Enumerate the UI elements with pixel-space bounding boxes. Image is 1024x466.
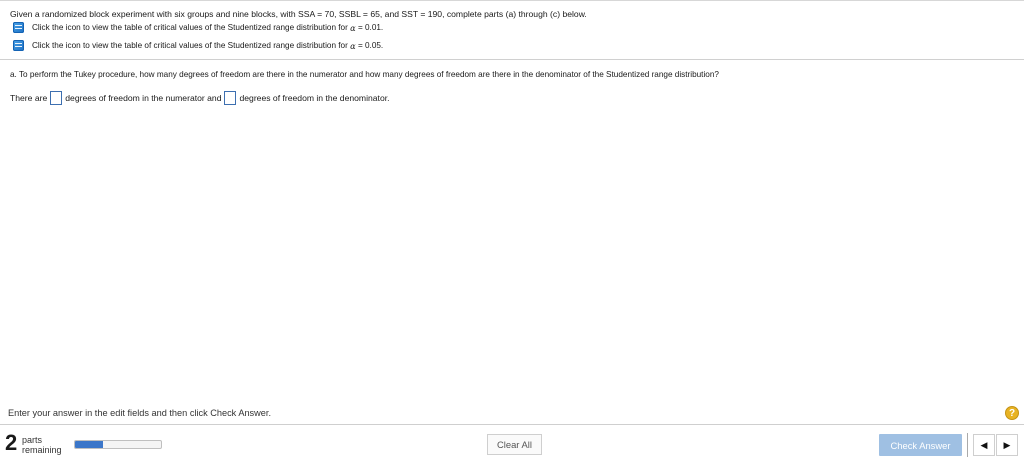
progress-bar-fill (75, 441, 104, 448)
resource-text: Click the icon to view the table of crit… (32, 23, 348, 32)
numerator-df-input[interactable] (50, 91, 63, 105)
alpha-symbol: α (350, 40, 356, 51)
top-border (0, 0, 1024, 1)
progress-bar (74, 440, 162, 449)
check-answer-button[interactable]: Check Answer (879, 434, 962, 456)
answer-mid: degrees of freedom in the numerator and (65, 93, 222, 103)
divider (0, 59, 1024, 60)
answer-row: There are degrees of freedom in the nume… (10, 91, 390, 105)
alpha-symbol: α (350, 22, 356, 33)
nav-separator (967, 433, 968, 457)
instruction-text: Enter your answer in the edit fields and… (8, 408, 271, 418)
help-icon[interactable]: ? (1005, 406, 1019, 420)
parts-remaining-label: parts remaining (22, 435, 62, 455)
book-icon[interactable] (13, 22, 24, 33)
alpha-value: = 0.05. (357, 41, 384, 50)
next-arrow-icon[interactable]: ▶ (996, 434, 1018, 456)
resource-row-alpha-005[interactable]: Click the icon to view the table of crit… (13, 39, 383, 52)
alpha-value: = 0.01. (357, 23, 384, 32)
resource-row-alpha-001[interactable]: Click the icon to view the table of crit… (13, 21, 383, 34)
parts-label-line2: remaining (22, 445, 62, 455)
resource-text: Click the icon to view the table of crit… (32, 41, 348, 50)
part-a-prompt: a. To perform the Tukey procedure, how m… (10, 70, 719, 79)
question-text: Given a randomized block experiment with… (10, 9, 587, 19)
footer-divider (0, 424, 1024, 425)
answer-prefix: There are (10, 93, 48, 103)
previous-arrow-icon[interactable]: ◀ (973, 434, 995, 456)
parts-remaining-count: 2 (5, 430, 18, 455)
denominator-df-input[interactable] (224, 91, 237, 105)
book-icon[interactable] (13, 40, 24, 51)
answer-suffix: degrees of freedom in the denominator. (239, 93, 390, 103)
parts-label-line1: parts (22, 435, 43, 445)
clear-all-button[interactable]: Clear All (487, 434, 542, 455)
